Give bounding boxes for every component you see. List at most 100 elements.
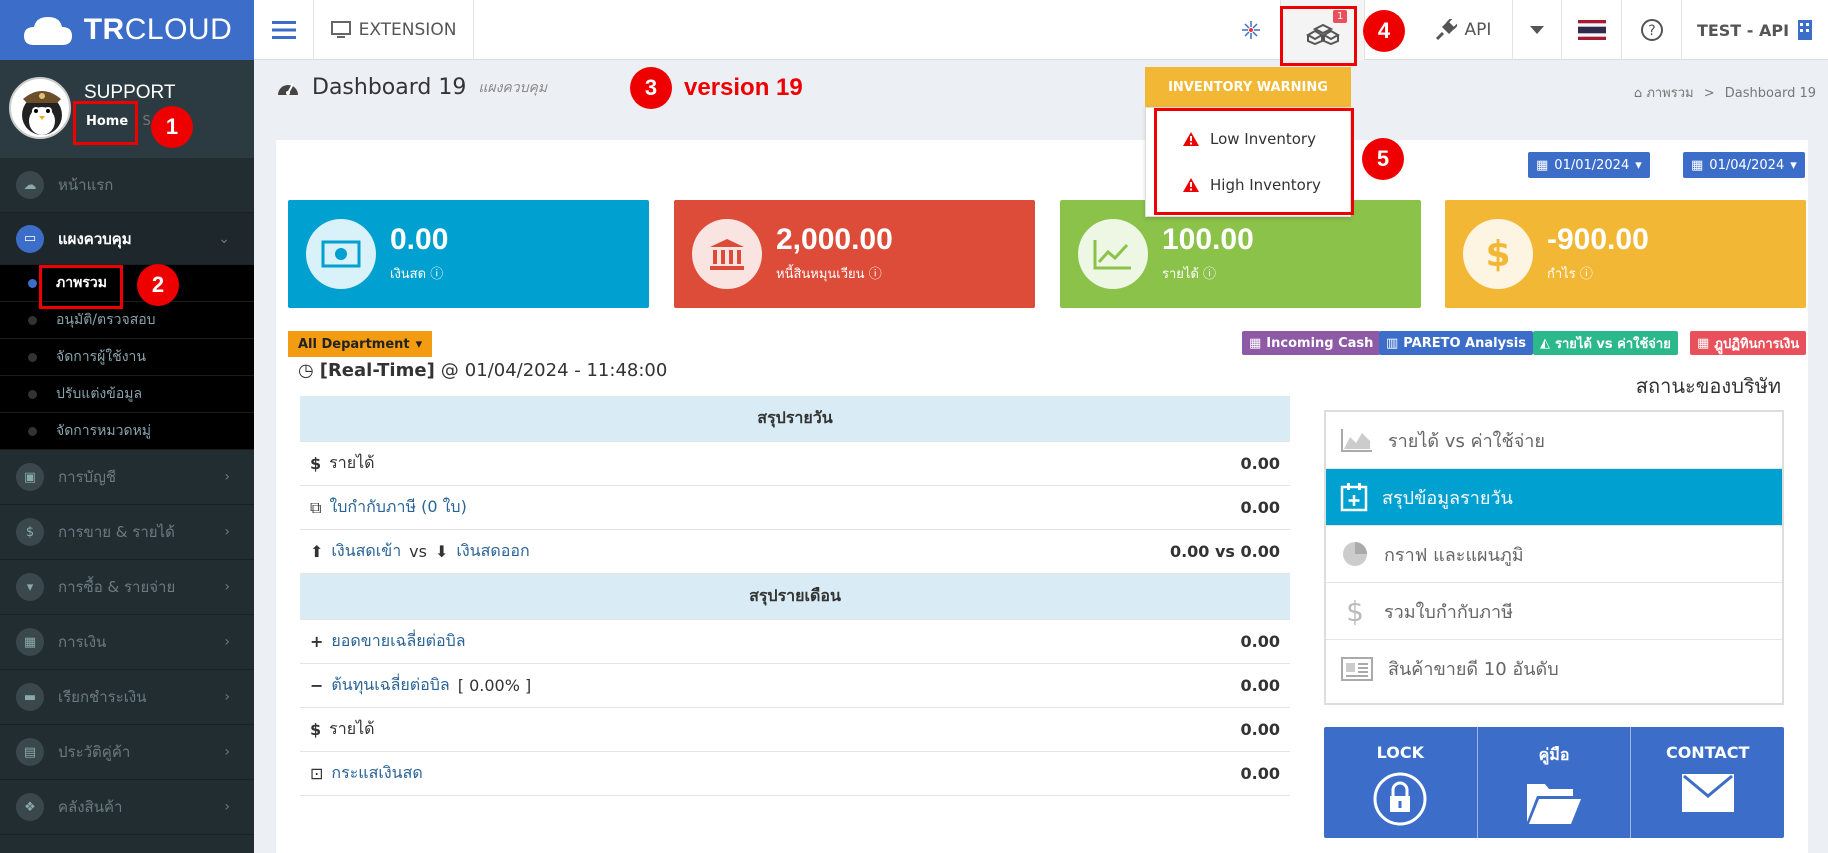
sidebar-item-accounting[interactable]: ▣ การบัญชี › bbox=[0, 450, 254, 505]
table-row: + ยอดขายเฉลี่ยต่อบิล 0.00 bbox=[300, 620, 1290, 664]
summary-table: สรุปรายวัน $ รายได้ 0.00 ⧉ ใบกำกับภาษี (0 … bbox=[300, 396, 1290, 796]
sidebar-subitem-categories[interactable]: จัดการหมวดหมู่ bbox=[0, 413, 254, 450]
caret-down-icon: ▾ bbox=[1635, 157, 1642, 173]
finance-calendar-button[interactable]: ▦ ฎูปฏิทินการเงิน bbox=[1690, 331, 1807, 355]
sidebar-subitem-approve[interactable]: อนุมัติ/ตรวจสอบ bbox=[0, 302, 254, 339]
sidebar-item-home[interactable]: ☁ หน้าแรก bbox=[0, 158, 254, 213]
sidebar-submenu: ภาพรวม อนุมัติ/ตรวจสอบ จัดการผู้ใช้งาน ป… bbox=[0, 265, 254, 450]
version-note: version 19 bbox=[684, 74, 803, 101]
status-item-top-products[interactable]: สินค้าขายดี 10 อันดับ bbox=[1326, 640, 1782, 697]
sidebar-item-sales[interactable]: $ การขาย & รายได้ › bbox=[0, 505, 254, 560]
info-icon[interactable]: ⓘ bbox=[869, 267, 882, 282]
home-link[interactable]: Home bbox=[86, 114, 128, 129]
annotation-number-2: 2 bbox=[137, 264, 179, 306]
extension-button[interactable]: EXTENSION bbox=[314, 0, 474, 60]
sidebar-subitem-users[interactable]: จัดการผู้ใช้งาน bbox=[0, 339, 254, 376]
svg-text:?: ? bbox=[1648, 23, 1655, 39]
area-chart-icon: ◭ bbox=[1540, 335, 1550, 351]
daily-summary-header: สรุปรายวัน bbox=[300, 396, 1290, 442]
table-row: ⧉ ใบกำกับภาษี (0 ใบ) 0.00 bbox=[300, 486, 1290, 530]
notification-badge: 1 bbox=[1333, 10, 1348, 23]
user-panel: SUPPORT Home | S bbox=[0, 60, 254, 158]
company-status-list: รายได้ vs ค่าใช้จ่าย สรุปข้อมูลรายวัน กร… bbox=[1324, 410, 1784, 705]
help-button[interactable]: ? bbox=[1622, 0, 1682, 60]
sidebar-subitem-overview[interactable]: ภาพรวม bbox=[0, 265, 254, 302]
sidebar-item-inventory[interactable]: ❖ คลังสินค้า › bbox=[0, 780, 254, 835]
cloud-icon: ☁ bbox=[16, 171, 44, 199]
bar-chart-icon: ▥ bbox=[1386, 335, 1399, 351]
minus-icon: − bbox=[310, 676, 324, 695]
credit-card-icon: ▬ bbox=[16, 683, 44, 711]
api-dropdown-button[interactable] bbox=[1513, 0, 1562, 60]
chevron-right-icon: › bbox=[224, 689, 230, 705]
dollar-icon: $ bbox=[1346, 594, 1364, 628]
table-row: $ รายได้ 0.00 bbox=[300, 708, 1290, 752]
top-navbar: EXTENSION 1 API ? TEST - API bbox=[254, 0, 1828, 60]
sidebar-item-control-panel[interactable]: ▭ แผงควบคุม ⌄ bbox=[0, 213, 254, 265]
stat-cash[interactable]: 0.00 เงินสด ⓘ bbox=[288, 200, 649, 308]
stat-liabilities[interactable]: 2,000.00 หนี้สินหมุนเวียน ⓘ bbox=[674, 200, 1035, 308]
sidebar: SUPPORT Home | S ☁ หน้าแรก ▭ แผงควบคุม ⌄… bbox=[0, 60, 254, 853]
address-book-icon: ▤ bbox=[16, 738, 44, 766]
sidebar-item-finance[interactable]: ▦ การเงิน › bbox=[0, 615, 254, 670]
status-item-tax-invoices[interactable]: $ รวมใบกำกับภาษี bbox=[1326, 583, 1782, 640]
low-inventory-item[interactable]: Low Inventory bbox=[1146, 116, 1350, 162]
folder-open-icon bbox=[1527, 784, 1581, 824]
avatar bbox=[9, 77, 71, 139]
high-inventory-item[interactable]: High Inventory bbox=[1146, 162, 1350, 208]
chevron-right-icon: › bbox=[224, 744, 230, 760]
dashboard-icon bbox=[278, 83, 298, 95]
contact-button[interactable]: CONTACT bbox=[1631, 727, 1784, 838]
incoming-cash-button[interactable]: ▦ Incoming Cash bbox=[1242, 331, 1381, 355]
sidebar-item-billing[interactable]: ▬ เรียกชำระเงิน › bbox=[0, 670, 254, 725]
logo-text: TRCLOUD bbox=[83, 13, 233, 46]
caret-down-icon bbox=[1530, 26, 1544, 34]
plus-icon: + bbox=[310, 632, 324, 651]
annotation-number-4: 4 bbox=[1363, 10, 1405, 52]
sidebar-item-purchases[interactable]: ▾ การซื้อ & รายจ่าย › bbox=[0, 560, 254, 615]
info-icon[interactable]: ⓘ bbox=[1580, 267, 1593, 282]
info-icon[interactable]: ⓘ bbox=[430, 267, 443, 282]
dollar-icon: $ bbox=[16, 518, 44, 546]
inventory-warning-button[interactable]: 1 bbox=[1281, 0, 1365, 60]
app-logo[interactable]: TRCLOUD bbox=[0, 0, 254, 60]
start-date-button[interactable]: ▦ 01/01/2024 ▾ bbox=[1528, 152, 1650, 178]
lock-button[interactable]: LOCK bbox=[1324, 727, 1478, 838]
department-dropdown[interactable]: All Department ▾ bbox=[288, 331, 433, 357]
plug-icon bbox=[1435, 19, 1457, 41]
chevron-right-icon: › bbox=[224, 634, 230, 650]
caret-down-icon: ▾ bbox=[1790, 157, 1797, 173]
warning-icon bbox=[1183, 178, 1199, 192]
warning-icon bbox=[1183, 132, 1199, 146]
calendar-icon: ▦ bbox=[1697, 335, 1710, 351]
arrow-down-circle-icon: ⬇ bbox=[434, 542, 449, 561]
api-button[interactable]: API bbox=[1414, 0, 1513, 60]
chevron-right-icon: › bbox=[224, 524, 230, 540]
chevron-down-icon: ⌄ bbox=[218, 230, 230, 247]
inventory-warning-header: INVENTORY WARNING bbox=[1145, 67, 1351, 107]
stat-profit[interactable]: $ -900.00 กำไร ⓘ bbox=[1445, 200, 1806, 308]
fireworks-button[interactable] bbox=[1221, 0, 1281, 60]
home-icon: ⌂ bbox=[1633, 86, 1643, 101]
status-item-charts[interactable]: กราฟ และแผนภูมิ bbox=[1326, 526, 1782, 583]
sidebar-toggle-button[interactable] bbox=[254, 0, 314, 60]
dollar-icon: $ bbox=[310, 454, 322, 473]
sidebar-item-partners[interactable]: ▤ ประวัติคู่ค้า › bbox=[0, 725, 254, 780]
bank-icon bbox=[692, 219, 762, 289]
info-icon[interactable]: ⓘ bbox=[1203, 267, 1216, 282]
end-date-button[interactable]: ▦ 01/04/2024 ▾ bbox=[1683, 152, 1805, 178]
cloud-icon bbox=[23, 17, 72, 45]
pie-chart-icon bbox=[1343, 542, 1367, 566]
sidebar-subitem-settings[interactable]: ปรับแต่งข้อมูล bbox=[0, 376, 254, 413]
language-button[interactable] bbox=[1562, 0, 1622, 60]
status-item-income-vs-expense[interactable]: รายได้ vs ค่าใช้จ่าย bbox=[1326, 412, 1782, 469]
user-menu-button[interactable]: TEST - API bbox=[1682, 0, 1828, 60]
dollar-icon: $ bbox=[1463, 219, 1533, 289]
income-vs-expense-button[interactable]: ◭ รายได้ vs ค่าใช้จ่าย bbox=[1533, 331, 1678, 355]
status-item-daily-summary[interactable]: สรุปข้อมูลรายวัน bbox=[1326, 469, 1782, 526]
pareto-analysis-button[interactable]: ▥ PARETO Analysis bbox=[1379, 331, 1533, 355]
manual-button[interactable]: คู่มือ bbox=[1478, 727, 1632, 838]
building-icon bbox=[1798, 20, 1813, 40]
calendar-icon: ▦ bbox=[1536, 157, 1549, 173]
cash-icon bbox=[306, 219, 376, 289]
